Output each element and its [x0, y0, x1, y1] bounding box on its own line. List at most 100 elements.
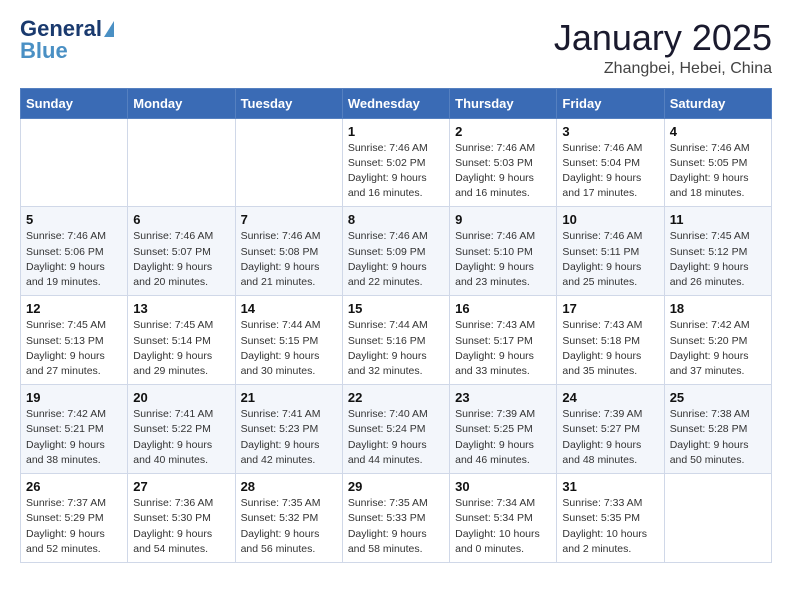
day-cell: 29 Sunrise: 7:35 AM Sunset: 5:33 PM Dayli… [342, 474, 449, 563]
day-info: Sunrise: 7:39 AM Sunset: 5:25 PM Dayligh… [455, 407, 551, 468]
logo-general: General [20, 18, 102, 40]
day-cell: 11 Sunrise: 7:45 AM Sunset: 5:12 PM Dayli… [664, 207, 771, 296]
day-info: Sunrise: 7:46 AM Sunset: 5:06 PM Dayligh… [26, 229, 122, 290]
header: General Blue January 2025 Zhangbei, Hebe… [20, 18, 772, 78]
day-info: Sunrise: 7:37 AM Sunset: 5:29 PM Dayligh… [26, 496, 122, 557]
day-number: 27 [133, 479, 229, 494]
day-number: 22 [348, 390, 444, 405]
day-info: Sunrise: 7:41 AM Sunset: 5:22 PM Dayligh… [133, 407, 229, 468]
day-info: Sunrise: 7:46 AM Sunset: 5:05 PM Dayligh… [670, 141, 766, 202]
day-cell: 1 Sunrise: 7:46 AM Sunset: 5:02 PM Daylig… [342, 118, 449, 207]
day-number: 1 [348, 124, 444, 139]
day-cell: 22 Sunrise: 7:40 AM Sunset: 5:24 PM Dayli… [342, 385, 449, 474]
day-info: Sunrise: 7:46 AM Sunset: 5:07 PM Dayligh… [133, 229, 229, 290]
day-info: Sunrise: 7:43 AM Sunset: 5:18 PM Dayligh… [562, 318, 658, 379]
day-cell: 23 Sunrise: 7:39 AM Sunset: 5:25 PM Dayli… [450, 385, 557, 474]
day-info: Sunrise: 7:44 AM Sunset: 5:16 PM Dayligh… [348, 318, 444, 379]
day-info: Sunrise: 7:42 AM Sunset: 5:20 PM Dayligh… [670, 318, 766, 379]
day-number: 24 [562, 390, 658, 405]
title-block: January 2025 Zhangbei, Hebei, China [554, 18, 772, 78]
day-cell: 27 Sunrise: 7:36 AM Sunset: 5:30 PM Dayli… [128, 474, 235, 563]
day-number: 4 [670, 124, 766, 139]
day-cell: 21Sunrise: 7:41 AM Sunset: 5:23 PM Dayli… [235, 385, 342, 474]
week-row-3: 12Sunrise: 7:45 AM Sunset: 5:13 PM Dayli… [21, 296, 772, 385]
day-info: Sunrise: 7:46 AM Sunset: 5:10 PM Dayligh… [455, 229, 551, 290]
day-cell: 7Sunrise: 7:46 AM Sunset: 5:08 PM Daylig… [235, 207, 342, 296]
day-cell: 19 Sunrise: 7:42 AM Sunset: 5:21 PM Dayli… [21, 385, 128, 474]
day-cell: 24 Sunrise: 7:39 AM Sunset: 5:27 PM Dayli… [557, 385, 664, 474]
day-cell [128, 118, 235, 207]
logo-triangle-icon [104, 21, 114, 37]
day-info: Sunrise: 7:39 AM Sunset: 5:27 PM Dayligh… [562, 407, 658, 468]
day-number: 5 [26, 212, 122, 227]
day-number: 9 [455, 212, 551, 227]
day-info: Sunrise: 7:45 AM Sunset: 5:14 PM Dayligh… [133, 318, 229, 379]
day-number: 8 [348, 212, 444, 227]
day-info: Sunrise: 7:46 AM Sunset: 5:09 PM Dayligh… [348, 229, 444, 290]
day-number: 29 [348, 479, 444, 494]
day-cell [664, 474, 771, 563]
day-info: Sunrise: 7:43 AM Sunset: 5:17 PM Dayligh… [455, 318, 551, 379]
col-header-friday: Friday [557, 88, 664, 118]
logo: General Blue [20, 18, 114, 62]
day-number: 13 [133, 301, 229, 316]
day-number: 11 [670, 212, 766, 227]
day-cell: 20 Sunrise: 7:41 AM Sunset: 5:22 PM Dayli… [128, 385, 235, 474]
logo-blue: Blue [20, 40, 68, 62]
day-info: Sunrise: 7:46 AM Sunset: 5:04 PM Dayligh… [562, 141, 658, 202]
day-info: Sunrise: 7:45 AM Sunset: 5:12 PM Dayligh… [670, 229, 766, 290]
day-cell: 5 Sunrise: 7:46 AM Sunset: 5:06 PM Daylig… [21, 207, 128, 296]
day-cell: 14Sunrise: 7:44 AM Sunset: 5:15 PM Dayli… [235, 296, 342, 385]
day-info: Sunrise: 7:42 AM Sunset: 5:21 PM Dayligh… [26, 407, 122, 468]
day-cell: 26 Sunrise: 7:37 AM Sunset: 5:29 PM Dayli… [21, 474, 128, 563]
day-number: 10 [562, 212, 658, 227]
day-cell: 25Sunrise: 7:38 AM Sunset: 5:28 PM Dayli… [664, 385, 771, 474]
day-cell: 16 Sunrise: 7:43 AM Sunset: 5:17 PM Dayli… [450, 296, 557, 385]
day-cell: 18 Sunrise: 7:42 AM Sunset: 5:20 PM Dayli… [664, 296, 771, 385]
day-number: 20 [133, 390, 229, 405]
calendar: SundayMondayTuesdayWednesdayThursdayFrid… [20, 88, 772, 563]
day-number: 14 [241, 301, 337, 316]
page: General Blue January 2025 Zhangbei, Hebe… [0, 0, 792, 581]
month-title: January 2025 [554, 18, 772, 58]
week-row-1: 1 Sunrise: 7:46 AM Sunset: 5:02 PM Daylig… [21, 118, 772, 207]
day-cell: 15 Sunrise: 7:44 AM Sunset: 5:16 PM Dayli… [342, 296, 449, 385]
day-info: Sunrise: 7:35 AM Sunset: 5:33 PM Dayligh… [348, 496, 444, 557]
col-header-saturday: Saturday [664, 88, 771, 118]
day-number: 19 [26, 390, 122, 405]
day-info: Sunrise: 7:35 AM Sunset: 5:32 PM Dayligh… [241, 496, 337, 557]
day-number: 25 [670, 390, 766, 405]
week-row-4: 19 Sunrise: 7:42 AM Sunset: 5:21 PM Dayli… [21, 385, 772, 474]
day-cell: 28Sunrise: 7:35 AM Sunset: 5:32 PM Dayli… [235, 474, 342, 563]
day-number: 15 [348, 301, 444, 316]
day-info: Sunrise: 7:36 AM Sunset: 5:30 PM Dayligh… [133, 496, 229, 557]
col-header-sunday: Sunday [21, 88, 128, 118]
day-number: 21 [241, 390, 337, 405]
day-cell: 3 Sunrise: 7:46 AM Sunset: 5:04 PM Daylig… [557, 118, 664, 207]
day-cell: 31Sunrise: 7:33 AM Sunset: 5:35 PM Dayli… [557, 474, 664, 563]
day-number: 16 [455, 301, 551, 316]
day-info: Sunrise: 7:33 AM Sunset: 5:35 PM Dayligh… [562, 496, 658, 557]
day-cell: 4 Sunrise: 7:46 AM Sunset: 5:05 PM Daylig… [664, 118, 771, 207]
day-number: 23 [455, 390, 551, 405]
day-number: 30 [455, 479, 551, 494]
day-cell: 12Sunrise: 7:45 AM Sunset: 5:13 PM Dayli… [21, 296, 128, 385]
calendar-header-row: SundayMondayTuesdayWednesdayThursdayFrid… [21, 88, 772, 118]
day-number: 26 [26, 479, 122, 494]
day-cell: 8 Sunrise: 7:46 AM Sunset: 5:09 PM Daylig… [342, 207, 449, 296]
col-header-wednesday: Wednesday [342, 88, 449, 118]
week-row-2: 5 Sunrise: 7:46 AM Sunset: 5:06 PM Daylig… [21, 207, 772, 296]
day-cell: 17Sunrise: 7:43 AM Sunset: 5:18 PM Dayli… [557, 296, 664, 385]
col-header-thursday: Thursday [450, 88, 557, 118]
day-info: Sunrise: 7:46 AM Sunset: 5:02 PM Dayligh… [348, 141, 444, 202]
day-cell: 10Sunrise: 7:46 AM Sunset: 5:11 PM Dayli… [557, 207, 664, 296]
col-header-tuesday: Tuesday [235, 88, 342, 118]
day-cell: 2Sunrise: 7:46 AM Sunset: 5:03 PM Daylig… [450, 118, 557, 207]
location: Zhangbei, Hebei, China [554, 60, 772, 78]
day-cell: 9 Sunrise: 7:46 AM Sunset: 5:10 PM Daylig… [450, 207, 557, 296]
day-info: Sunrise: 7:46 AM Sunset: 5:03 PM Dayligh… [455, 141, 551, 202]
day-info: Sunrise: 7:40 AM Sunset: 5:24 PM Dayligh… [348, 407, 444, 468]
day-number: 3 [562, 124, 658, 139]
col-header-monday: Monday [128, 88, 235, 118]
day-number: 18 [670, 301, 766, 316]
